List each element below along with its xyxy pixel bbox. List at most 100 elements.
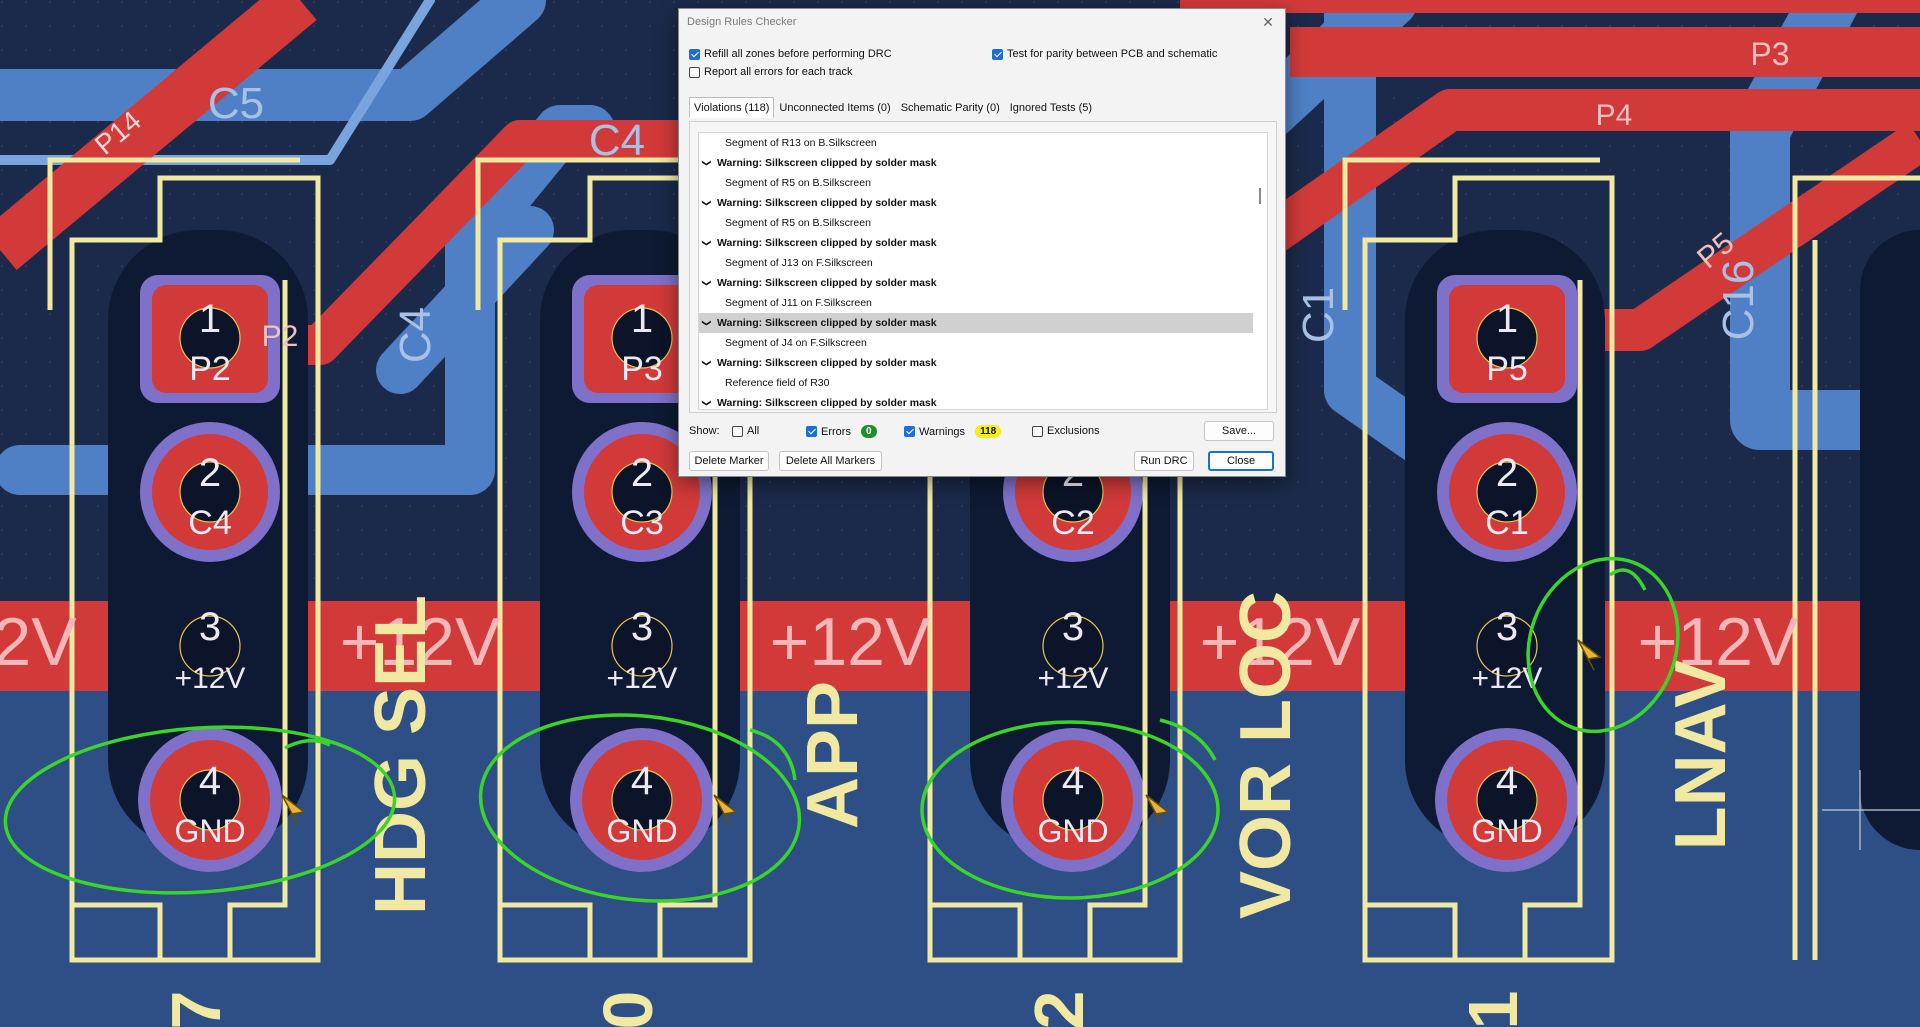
tab-unconnected-items[interactable]: Unconnected Items (0) [774, 97, 895, 118]
violation-item-row[interactable]: Segment of J13 on F.Silkscreen [699, 253, 1267, 273]
pcb-label: 1 [631, 297, 653, 341]
violation-item-row[interactable]: Segment of J11 on F.Silkscreen [699, 293, 1267, 313]
pcb-label: C4 [188, 504, 231, 542]
violation-warning-row[interactable]: ❯ Warning: Silkscreen clipped by solder m… [699, 153, 1267, 173]
pcb-label: 2 [199, 451, 221, 495]
tab-ignored-tests[interactable]: Ignored Tests (5) [1005, 97, 1097, 118]
violation-item-row[interactable]: Segment of R5 on B.Silkscreen [699, 213, 1267, 233]
chevron-down-icon[interactable]: ❯ [699, 279, 717, 287]
delete-marker-button[interactable]: Delete Marker [689, 451, 769, 471]
refill-zones-label: Refill all zones before performing DRC [704, 48, 892, 60]
parity-checkbox[interactable]: Test for parity between PCB and schemati… [992, 48, 1217, 60]
pcb-label: +12V [770, 604, 931, 680]
violation-text: Segment of R5 on B.Silkscreen [725, 177, 871, 189]
pcb-label: 1 [1496, 297, 1518, 341]
dialog-titlebar[interactable]: Design Rules Checker ✕ [679, 9, 1285, 35]
pcb-label: 3 [1062, 605, 1084, 649]
pcb-label: P3 [1750, 36, 1789, 72]
pcb-label: 3 [631, 605, 653, 649]
pcb-label: GND [606, 813, 677, 849]
checkbox-box[interactable] [1032, 425, 1043, 437]
pcb-label: 1 [1454, 991, 1532, 1027]
report-all-errors-checkbox[interactable]: Report all errors for each track [689, 66, 853, 78]
violation-text: Warning: Silkscreen clipped by solder ma… [717, 357, 937, 369]
violation-warning-row[interactable]: ❯ Warning: Silkscreen clipped by solder m… [699, 273, 1267, 293]
pcb-label: C5 [208, 79, 264, 128]
pcb-label: C1 [1485, 504, 1528, 542]
pcb-label: +12V [175, 662, 246, 695]
checkbox-box[interactable] [689, 66, 700, 78]
violation-item-row[interactable]: Segment of R13 on B.Silkscreen [699, 133, 1267, 153]
tab-violations[interactable]: Violations (118) [689, 97, 775, 118]
show-errors-label: Errors [821, 425, 851, 438]
pcb-label: P2 [262, 320, 299, 353]
pcb-label: LNAV [1661, 660, 1741, 851]
chevron-down-icon[interactable]: ❯ [699, 239, 717, 247]
chevron-down-icon[interactable]: ❯ [699, 159, 717, 167]
list-scrollbar[interactable] [1253, 133, 1267, 409]
save-button[interactable]: Save... [1204, 421, 1274, 441]
pcb-label: C2 [1051, 504, 1094, 542]
chevron-down-icon[interactable]: ❯ [699, 359, 717, 367]
pcb-label: +12V [607, 662, 678, 695]
pcb-label: 2V [0, 604, 77, 680]
show-exclusions-checkbox[interactable]: Exclusions [1032, 425, 1100, 437]
chevron-down-icon[interactable]: ❯ [699, 399, 717, 407]
violation-warning-row[interactable]: ❯ Warning: Silkscreen clipped by solder m… [699, 233, 1267, 253]
violation-item-row[interactable]: Segment of J4 on F.Silkscreen [699, 333, 1267, 353]
delete-all-markers-button[interactable]: Delete All Markers [779, 451, 882, 471]
report-all-errors-label: Report all errors for each track [704, 66, 853, 78]
close-icon[interactable]: ✕ [1257, 12, 1279, 32]
run-drc-button[interactable]: Run DRC [1134, 451, 1194, 471]
pcb-label: 3 [1496, 605, 1518, 649]
pcb-label: C4 [589, 116, 645, 165]
scrollbar-thumb[interactable] [1259, 188, 1261, 204]
show-exclusions-label: Exclusions [1047, 425, 1100, 437]
pcb-label: 4 [1062, 759, 1084, 803]
pcb-label: 1 [199, 297, 221, 341]
show-all-checkbox[interactable]: All [732, 425, 759, 437]
pcb-label: 0 [589, 991, 667, 1027]
pcb-label: P2 [189, 350, 231, 388]
pcb-label: C16 [1714, 260, 1763, 341]
pcb-label: P3 [621, 350, 663, 388]
checkbox-box[interactable] [806, 426, 817, 437]
checkbox-box[interactable] [689, 48, 700, 60]
checkbox-box[interactable] [904, 426, 915, 437]
tab-schematic-parity[interactable]: Schematic Parity (0) [896, 97, 1005, 118]
violation-text: Reference field of R30 [725, 377, 830, 389]
pcb-label: 4 [631, 759, 653, 803]
show-label: Show: [689, 425, 720, 437]
pcb-label: VOR LOC [1226, 591, 1306, 919]
show-errors-checkbox[interactable]: Errors 0 [806, 425, 877, 438]
chevron-down-icon[interactable]: ❯ [699, 319, 717, 327]
pcb-label: 7 [157, 991, 235, 1027]
violation-warning-row[interactable]: ❯ Warning: Silkscreen clipped by solder m… [699, 313, 1267, 333]
pcb-label: 4 [1496, 759, 1518, 803]
violation-text: Warning: Silkscreen clipped by solder ma… [717, 197, 937, 209]
violation-warning-row[interactable]: ❯ Warning: Silkscreen clipped by solder m… [699, 393, 1267, 409]
violation-text: Warning: Silkscreen clipped by solder ma… [717, 317, 937, 329]
violation-text: Warning: Silkscreen clipped by solder ma… [717, 277, 937, 289]
dialog-title: Design Rules Checker [687, 16, 797, 28]
pcb-label: C4 [391, 307, 440, 363]
violation-item-row[interactable]: Reference field of R30 [699, 373, 1267, 393]
chevron-down-icon[interactable]: ❯ [699, 199, 717, 207]
warnings-count-badge: 118 [975, 425, 1002, 438]
violation-warning-row[interactable]: ❯ Warning: Silkscreen clipped by solder m… [699, 193, 1267, 213]
close-button[interactable]: Close [1208, 451, 1274, 471]
pcb-label: 2 [1020, 991, 1098, 1027]
refill-zones-checkbox[interactable]: Refill all zones before performing DRC [689, 48, 892, 60]
pcb-label: GND [1471, 813, 1542, 849]
violations-panel: Segment of R13 on B.Silkscreen ❯ Warning: … [689, 121, 1277, 413]
tab-bar: Violations (118) Unconnected Items (0) S… [689, 97, 1097, 118]
pcb-label: HDG SEL [361, 595, 441, 915]
violations-list[interactable]: Segment of R13 on B.Silkscreen ❯ Warning: … [698, 132, 1268, 410]
checkbox-box[interactable] [992, 48, 1003, 60]
show-warnings-checkbox[interactable]: Warnings 118 [904, 425, 1002, 438]
violation-item-row[interactable]: Segment of R5 on B.Silkscreen [699, 173, 1267, 193]
checkbox-box[interactable] [732, 425, 743, 437]
violation-text: Warning: Silkscreen clipped by solder ma… [717, 157, 937, 169]
violation-warning-row[interactable]: ❯ Warning: Silkscreen clipped by solder m… [699, 353, 1267, 373]
pcb-label: 3 [199, 605, 221, 649]
